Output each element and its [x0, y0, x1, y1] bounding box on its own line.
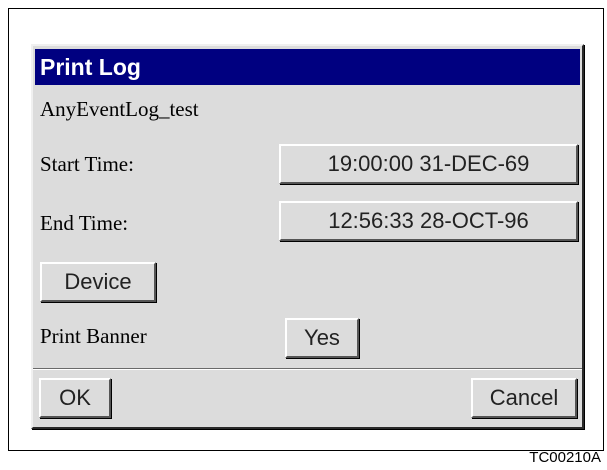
- button-row-separator: [33, 368, 582, 370]
- end-time-field[interactable]: 12:56:33 28-OCT-96: [279, 201, 578, 241]
- print-banner-label: Print Banner: [40, 324, 147, 348]
- end-time-label: End Time:: [40, 211, 129, 235]
- ok-button[interactable]: OK: [39, 378, 111, 418]
- log-name: AnyEventLog_test: [40, 97, 199, 121]
- start-time-field[interactable]: 19:00:00 31-DEC-69: [279, 144, 578, 184]
- start-time-label: Start Time:: [40, 152, 134, 176]
- dialog-title: Print Log: [35, 49, 580, 85]
- print-log-dialog: Print Log AnyEventLog_test Start Time: 1…: [31, 44, 584, 429]
- cancel-button[interactable]: Cancel: [471, 378, 577, 418]
- print-banner-toggle[interactable]: Yes: [285, 318, 359, 358]
- figure-caption: TC00210A: [529, 449, 601, 466]
- device-button[interactable]: Device: [40, 262, 156, 302]
